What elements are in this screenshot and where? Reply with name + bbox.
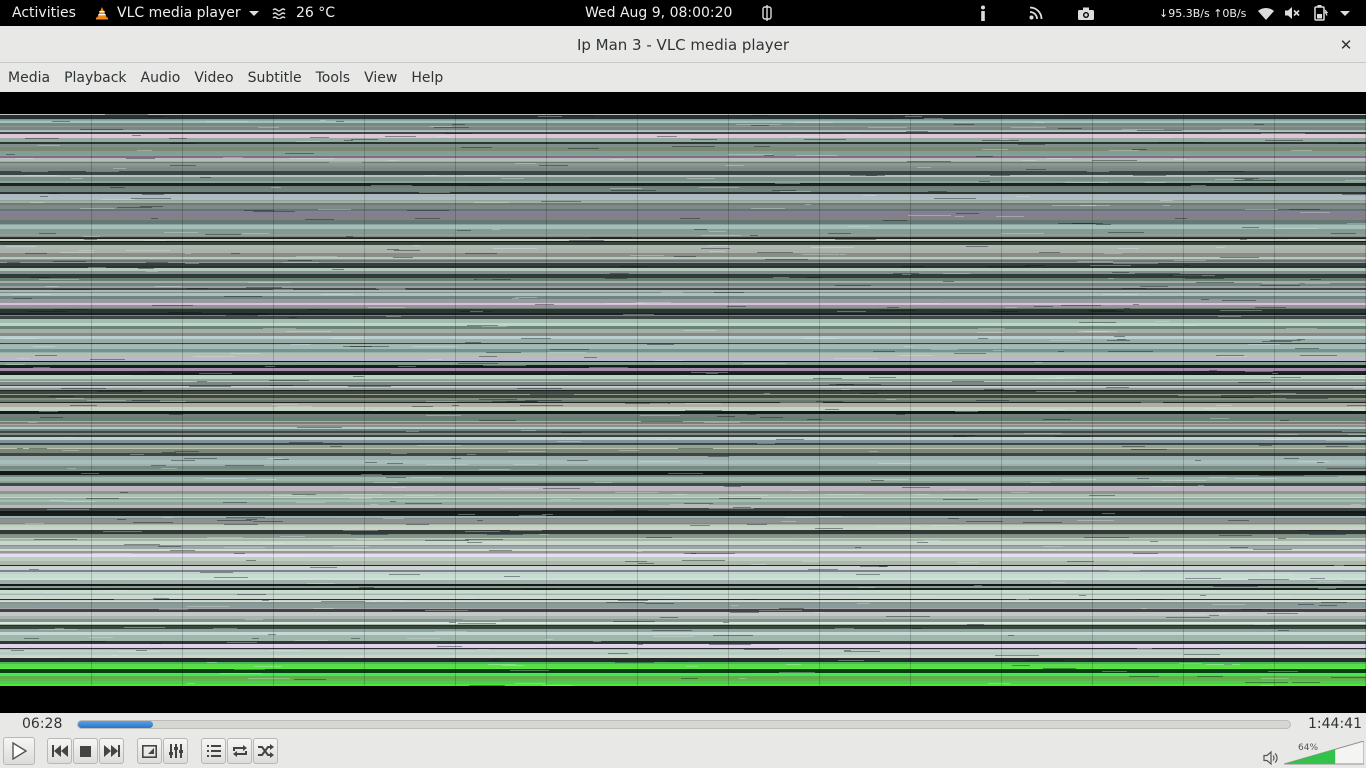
app-menu-button[interactable]: VLC media player	[95, 0, 259, 26]
previous-button[interactable]	[47, 738, 72, 764]
menu-audio[interactable]: Audio	[134, 64, 188, 92]
shuffle-icon	[257, 744, 274, 758]
activities-button[interactable]: Activities	[12, 0, 76, 26]
info-icon	[981, 5, 985, 21]
battery-icon	[1314, 5, 1328, 21]
wifi-icon	[1258, 7, 1274, 20]
clock[interactable]: Wed Aug 9, 08:00:20	[585, 0, 732, 26]
fullscreen-icon	[142, 744, 157, 758]
random-button[interactable]	[253, 738, 278, 764]
window-titlebar: Ip Man 3 - VLC media player ✕	[0, 27, 1366, 63]
seek-progress	[78, 721, 154, 728]
battery-indicator[interactable]	[1314, 0, 1332, 26]
activities-label: Activities	[12, 5, 76, 21]
weather-indicator[interactable]: 26 °C	[272, 0, 335, 26]
camera-icon	[1078, 7, 1094, 20]
volume-slider[interactable]	[1284, 741, 1364, 765]
vlc-cone-icon	[96, 7, 108, 20]
volume-indicator[interactable]	[1285, 0, 1303, 26]
chevron-down-icon	[248, 10, 259, 16]
keyboard-indicator[interactable]	[760, 0, 776, 26]
loop-icon	[232, 745, 247, 757]
menu-media[interactable]: Media	[1, 64, 57, 92]
menu-tools[interactable]: Tools	[309, 64, 358, 92]
loop-button[interactable]	[227, 738, 252, 764]
volume-muted-icon	[1285, 7, 1300, 19]
network-speed[interactable]: ↓95.3B/s ↑0B/s	[1159, 0, 1246, 26]
extended-settings-button[interactable]	[163, 738, 188, 764]
menu-subtitle[interactable]: Subtitle	[241, 64, 309, 92]
close-icon[interactable]: ✕	[1336, 35, 1356, 55]
info-indicator[interactable]	[980, 0, 994, 26]
playlist-icon	[206, 745, 221, 757]
elapsed-time: 06:28	[22, 716, 63, 732]
clock-label: Wed Aug 9, 08:00:20	[585, 5, 733, 21]
equalizer-icon	[168, 744, 183, 758]
fullscreen-button[interactable]	[137, 738, 162, 764]
weather-temperature: 26 °C	[296, 5, 336, 21]
stop-icon	[80, 745, 91, 757]
rss-indicator[interactable]	[1029, 0, 1045, 26]
stop-button[interactable]	[73, 738, 98, 764]
menu-bar: Media Playback Audio Video Subtitle Tool…	[0, 64, 1366, 92]
network-speed-label: ↓95.3B/s ↑0B/s	[1159, 6, 1247, 20]
weather-icon	[272, 8, 286, 19]
next-icon	[103, 745, 120, 757]
menu-video[interactable]: Video	[187, 64, 240, 92]
previous-icon	[51, 745, 68, 757]
menu-playback[interactable]: Playback	[57, 64, 133, 92]
gnome-top-bar: Activities VLC media player 26 °C Wed Au…	[0, 0, 1366, 26]
seek-row: 06:28 1:44:41	[0, 713, 1366, 735]
system-menu-button[interactable]	[1340, 0, 1352, 26]
controls-bar	[0, 735, 1366, 768]
window-title: Ip Man 3 - VLC media player	[576, 36, 790, 54]
video-frame	[0, 114, 1366, 686]
volume-percent: 64%	[1298, 743, 1319, 753]
menu-help[interactable]: Help	[404, 64, 450, 92]
play-button[interactable]	[3, 737, 35, 765]
next-button[interactable]	[99, 738, 124, 764]
speaker-icon[interactable]	[1263, 750, 1279, 766]
total-time[interactable]: 1:44:41	[1308, 716, 1362, 732]
wifi-indicator[interactable]	[1258, 0, 1274, 26]
rss-icon	[1029, 6, 1043, 20]
menu-view[interactable]: View	[357, 64, 404, 92]
system-menu-icon	[1340, 10, 1350, 16]
app-name: VLC media player	[117, 5, 241, 21]
screenshot-indicator[interactable]	[1078, 0, 1096, 26]
video-area[interactable]	[0, 92, 1366, 713]
play-icon	[12, 742, 27, 760]
playlist-button[interactable]	[201, 738, 226, 764]
keyboard-icon	[762, 5, 772, 21]
seek-slider[interactable]	[77, 720, 1291, 729]
